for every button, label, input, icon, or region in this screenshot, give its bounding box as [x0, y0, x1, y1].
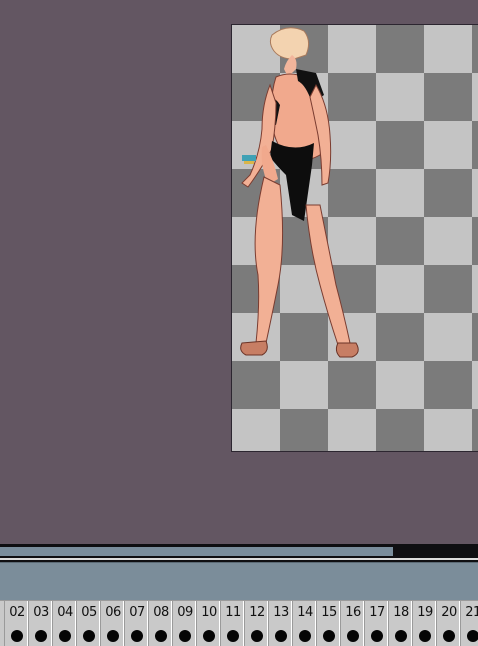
keyframe-dot-icon[interactable]	[83, 630, 95, 642]
frame-number: 12	[249, 605, 265, 620]
keyframe-dot-icon[interactable]	[275, 630, 287, 642]
keyframe-dot-icon[interactable]	[131, 630, 143, 642]
frame-number: 13	[273, 605, 289, 620]
properties-panel	[0, 562, 478, 601]
frame-cell[interactable]: 05	[76, 601, 100, 646]
frame-number: 09	[177, 605, 193, 620]
horizontal-scrollbar[interactable]	[0, 544, 478, 562]
frame-cell[interactable]: 15	[316, 601, 340, 646]
frame-cell[interactable]: 12	[244, 601, 268, 646]
frame-number: 18	[393, 605, 409, 620]
frame-cell[interactable]: 20	[436, 601, 460, 646]
frame-number: 16	[345, 605, 361, 620]
frame-number: 19	[417, 605, 433, 620]
frame-cell[interactable]: 13	[268, 601, 292, 646]
keyframe-dot-icon[interactable]	[443, 630, 455, 642]
frame-cell[interactable]: 06	[100, 601, 124, 646]
frame-number: 20	[441, 605, 457, 620]
frame-number: 15	[321, 605, 337, 620]
frame-number: 04	[57, 605, 73, 620]
sprite-canvas[interactable]	[231, 24, 478, 452]
frame-number: 08	[153, 605, 169, 620]
keyframe-dot-icon[interactable]	[35, 630, 47, 642]
keyframe-dot-icon[interactable]	[59, 630, 71, 642]
frame-cell[interactable]: 19	[412, 601, 436, 646]
keyframe-dot-icon[interactable]	[227, 630, 239, 642]
frame-number: 10	[201, 605, 217, 620]
scrollbar-thumb[interactable]	[0, 547, 393, 556]
frame-cell[interactable]: 16	[340, 601, 364, 646]
frame-timeline: 02 03 04 05 06 07 08 09 10 11 12 13 14 15 16 17 18 19 20 21	[0, 600, 478, 646]
frame-number: 02	[9, 605, 25, 620]
frame-cell[interactable]: 11	[220, 601, 244, 646]
character-sprite	[240, 27, 359, 358]
frame-cell[interactable]: 21	[460, 601, 478, 646]
frame-cell[interactable]: 18	[388, 601, 412, 646]
frame-cell[interactable]: 08	[148, 601, 172, 646]
keyframe-dot-icon[interactable]	[395, 630, 407, 642]
keyframe-dot-icon[interactable]	[155, 630, 167, 642]
keyframe-dot-icon[interactable]	[11, 630, 23, 642]
frame-number: 05	[81, 605, 97, 620]
canvas-area	[0, 0, 478, 544]
frame-cell[interactable]: 17	[364, 601, 388, 646]
frame-number: 06	[105, 605, 121, 620]
scrollbar-rail	[0, 558, 478, 560]
keyframe-dot-icon[interactable]	[251, 630, 263, 642]
frame-cell[interactable]: 14	[292, 601, 316, 646]
frame-number: 17	[369, 605, 385, 620]
frame-number: 11	[225, 605, 241, 620]
keyframe-dot-icon[interactable]	[323, 630, 335, 642]
keyframe-dot-icon[interactable]	[299, 630, 311, 642]
frame-cell[interactable]: 10	[196, 601, 220, 646]
frame-number: 21	[465, 605, 478, 620]
frame-cell[interactable]: 07	[124, 601, 148, 646]
frame-number: 14	[297, 605, 313, 620]
frame-cell[interactable]: 03	[28, 601, 52, 646]
keyframe-dot-icon[interactable]	[467, 630, 478, 642]
frame-cell[interactable]: 02	[4, 601, 28, 646]
keyframe-dot-icon[interactable]	[107, 630, 119, 642]
keyframe-dot-icon[interactable]	[419, 630, 431, 642]
keyframe-dot-icon[interactable]	[371, 630, 383, 642]
frame-number: 03	[33, 605, 49, 620]
keyframe-dot-icon[interactable]	[347, 630, 359, 642]
frame-cell[interactable]: 04	[52, 601, 76, 646]
frame-cell[interactable]: 09	[172, 601, 196, 646]
keyframe-dot-icon[interactable]	[179, 630, 191, 642]
keyframe-dot-icon[interactable]	[203, 630, 215, 642]
frame-number: 07	[129, 605, 145, 620]
